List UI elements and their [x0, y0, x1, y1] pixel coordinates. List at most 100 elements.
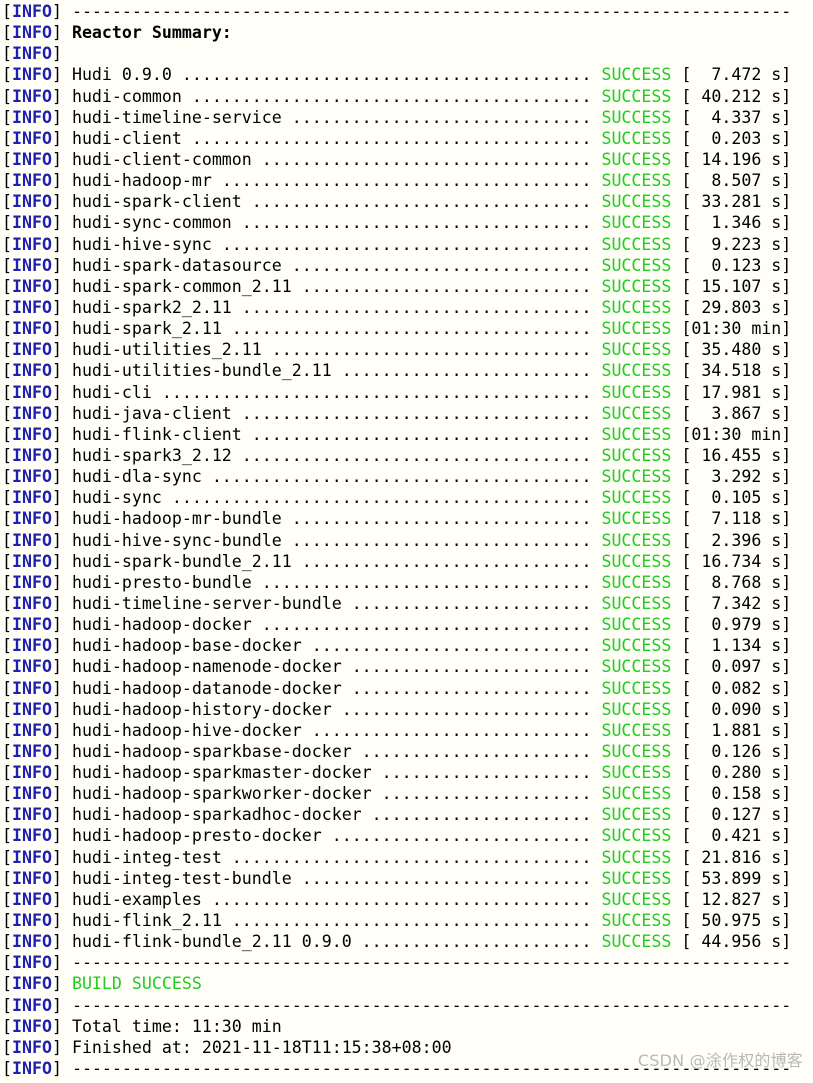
log-level-tag: [INFO]: [2, 868, 72, 888]
log-level-tag: [INFO]: [2, 319, 72, 339]
log-level-tag: [INFO]: [2, 128, 72, 148]
module-status: SUCCESS: [601, 213, 672, 233]
module-name: hudi-integ-test: [71, 847, 222, 867]
log-level-tag: [INFO]: [2, 107, 72, 127]
module-time: [ 7.472 s]: [681, 65, 792, 85]
dot-leader: .....................................: [211, 234, 602, 254]
dot-leader: .............................: [291, 868, 602, 888]
module-name: hudi-spark-client: [71, 192, 242, 212]
log-level-tag: [INFO]: [2, 953, 72, 973]
module-time: [ 0.123 s]: [681, 255, 792, 275]
build-result: BUILD SUCCESS: [71, 974, 202, 994]
dot-leader: ..............................: [281, 107, 602, 127]
module-name: hudi-spark-bundle_2.11: [71, 551, 292, 571]
dot-leader: .....................................: [211, 171, 602, 191]
module-status: SUCCESS: [601, 403, 672, 423]
dot-leader: ......................: [361, 805, 602, 825]
dot-leader: ............................: [301, 636, 602, 656]
log-level-tag: [INFO]: [2, 234, 72, 254]
module-status: SUCCESS: [601, 509, 672, 529]
module-row: [INFO] hudi-integ-test .................…: [2, 847, 811, 868]
module-name: hudi-hadoop-history-docker: [71, 699, 332, 719]
dot-leader: .......................: [351, 741, 602, 761]
dot-leader: .......................: [351, 932, 602, 952]
module-name: hudi-examples: [71, 889, 202, 909]
module-name: hudi-hadoop-sparkmaster-docker: [71, 763, 372, 783]
log-level-tag: [INFO]: [2, 65, 72, 85]
module-time: [ 4.337 s]: [681, 107, 792, 127]
module-time: [ 15.107 s]: [681, 276, 792, 296]
module-status: SUCCESS: [601, 234, 672, 254]
log-level-tag: [INFO]: [2, 593, 72, 613]
module-status: SUCCESS: [601, 572, 672, 592]
module-row: [INFO] hudi-dla-sync ...................…: [2, 466, 811, 487]
log-level-tag: [INFO]: [2, 445, 72, 465]
module-name: hudi-hadoop-sparkadhoc-docker: [71, 805, 362, 825]
module-time: [ 21.816 s]: [681, 847, 792, 867]
module-time: [ 0.127 s]: [681, 805, 792, 825]
module-name: hudi-integ-test-bundle: [71, 868, 292, 888]
dot-leader: ......................................: [201, 467, 602, 487]
module-status: SUCCESS: [601, 615, 672, 635]
module-time: [ 14.196 s]: [681, 149, 792, 169]
module-time: [ 0.097 s]: [681, 657, 792, 677]
module-time: [ 35.480 s]: [681, 340, 792, 360]
module-name: hudi-flink_2.11: [71, 911, 222, 931]
module-status: SUCCESS: [601, 593, 672, 613]
separator: ----------------------------------------…: [71, 2, 792, 21]
module-status: SUCCESS: [601, 65, 672, 85]
module-name: hudi-presto-bundle: [71, 572, 252, 592]
log-level-tag: [INFO]: [2, 763, 72, 783]
total-time-line: [INFO] Total time: 11:30 min: [2, 1016, 811, 1037]
module-row: [INFO] hudi-flink_2.11 .................…: [2, 910, 811, 931]
module-row: [INFO] hudi-hadoop-sparkmaster-docker ..…: [2, 762, 811, 783]
log-level-tag: [INFO]: [2, 213, 72, 233]
module-time: [ 16.734 s]: [681, 551, 792, 571]
module-row: [INFO] hudi-hadoop-hive-docker .........…: [2, 720, 811, 741]
total-time: Total time: 11:30 min: [71, 1016, 282, 1036]
module-status: SUCCESS: [601, 741, 672, 761]
watermark: CSDN @涂作权的博客: [637, 1051, 803, 1070]
log-level-tag: [INFO]: [2, 720, 72, 740]
module-name: hudi-spark-common_2.11: [71, 276, 292, 296]
module-time: [ 8.507 s]: [681, 171, 792, 191]
module-time: [ 16.455 s]: [681, 445, 792, 465]
module-status: SUCCESS: [601, 276, 672, 296]
finished-at: Finished at: 2021-11-18T11:15:38+08:00: [71, 1037, 452, 1057]
module-row: [INFO] hudi-utilities_2.11 .............…: [2, 339, 811, 360]
module-name: hudi-spark3_2.12: [71, 445, 232, 465]
log-level-tag: [INFO]: [2, 255, 72, 275]
module-row: [INFO] hudi-spark-datasource ...........…: [2, 255, 811, 276]
dot-leader: ...................................: [231, 403, 602, 423]
module-name: hudi-hadoop-docker: [71, 615, 252, 635]
module-status: SUCCESS: [601, 128, 672, 148]
dot-leader: ........................: [341, 657, 602, 677]
module-name: hudi-hadoop-base-docker: [71, 636, 302, 656]
dot-leader: ....................................: [221, 847, 602, 867]
log-level-tag: [INFO]: [2, 488, 72, 508]
module-status: SUCCESS: [601, 297, 672, 317]
module-name: hudi-hadoop-hive-docker: [71, 720, 302, 740]
module-name: hudi-spark2_2.11: [71, 297, 232, 317]
dot-leader: ...................................: [231, 445, 602, 465]
module-row: [INFO] hudi-spark-common_2.11 ..........…: [2, 276, 811, 297]
log-level-tag: [INFO]: [2, 741, 72, 761]
dot-leader: .................................: [251, 615, 602, 635]
module-name: hudi-hadoop-mr: [71, 171, 212, 191]
log-level-tag: [INFO]: [2, 551, 72, 571]
module-time: [ 1.134 s]: [681, 636, 792, 656]
log-level-tag: [INFO]: [2, 678, 72, 698]
module-time: [ 53.899 s]: [681, 868, 792, 888]
module-row: [INFO] hudi-hive-sync-bundle ...........…: [2, 530, 811, 551]
reactor-summary-line: [INFO] Reactor Summary:: [2, 22, 811, 43]
module-row: [INFO] hudi-utilities-bundle_2.11 ......…: [2, 360, 811, 381]
module-status: SUCCESS: [601, 86, 672, 106]
module-time: [ 0.203 s]: [681, 128, 792, 148]
module-status: SUCCESS: [601, 319, 672, 339]
module-status: SUCCESS: [601, 340, 672, 360]
log-level-tag: [INFO]: [2, 932, 72, 952]
log-level-tag: [INFO]: [2, 636, 72, 656]
dot-leader: ........................: [341, 593, 602, 613]
dot-leader: ..........................: [321, 826, 602, 846]
module-status: SUCCESS: [601, 699, 672, 719]
